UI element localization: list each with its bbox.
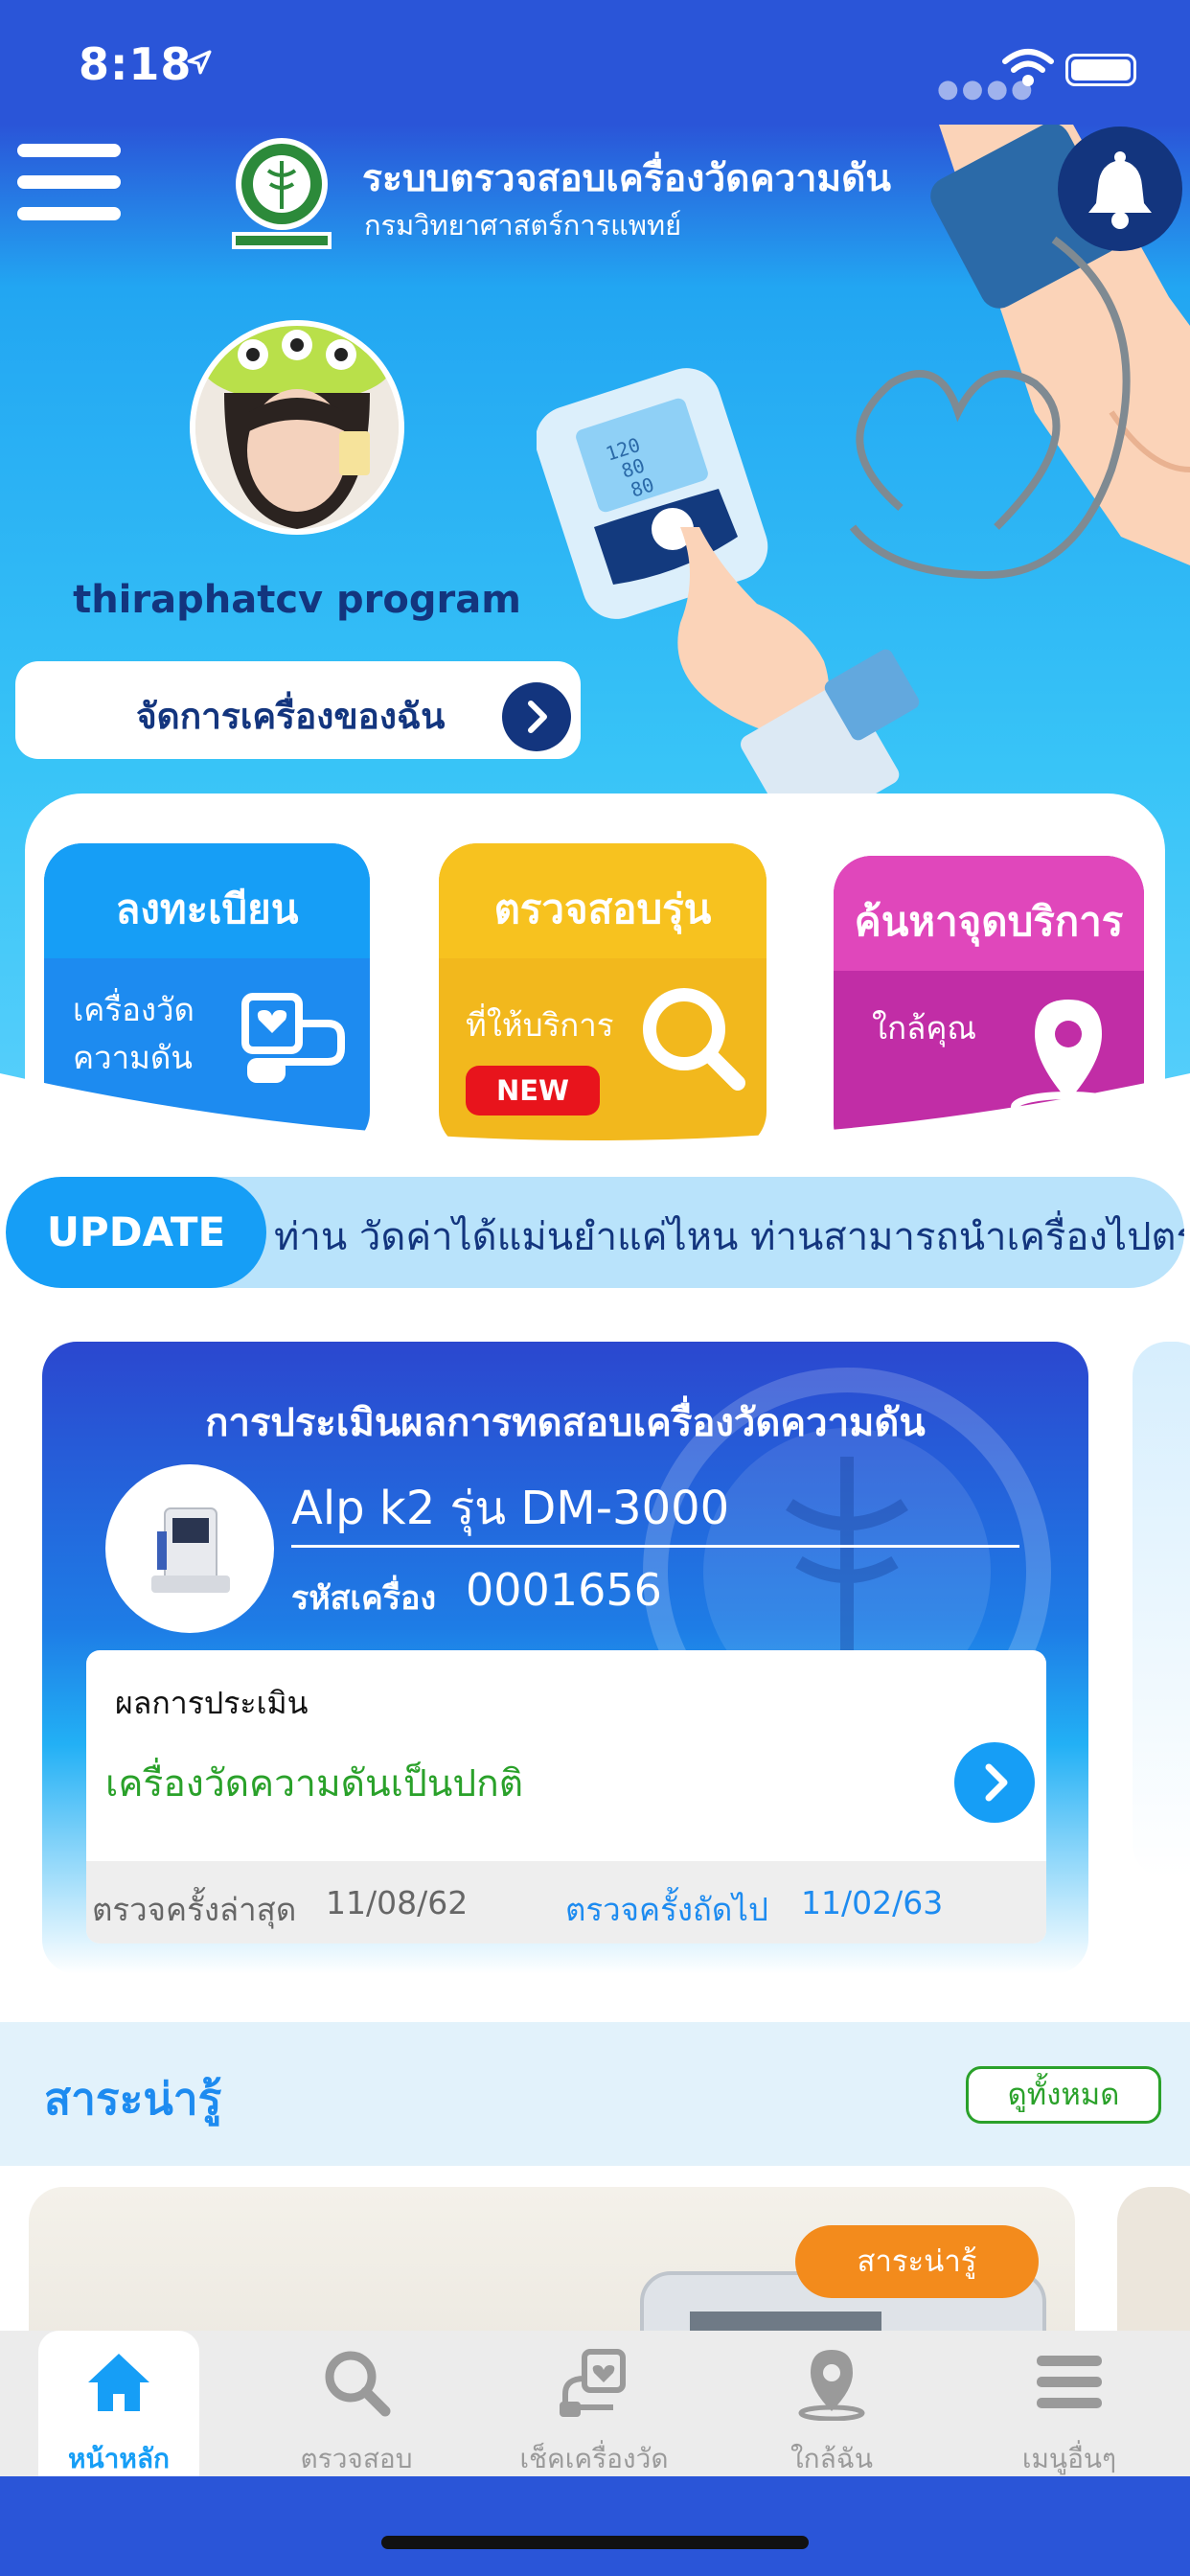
find-service-sub: ใกล้คุณ [872,1009,977,1046]
home-indicator[interactable] [381,2536,809,2549]
bp-device-icon [560,2349,626,2417]
result-footer: ตรวจครั้งล่าสุด 11/08/62 ตรวจครั้งถัดไป … [86,1861,1046,1944]
update-text: ท่าน วัดค่าได้แม่นยำแค่ไหน ท่านสามารถนำเ… [274,1215,1184,1259]
evaluation-card[interactable]: การประเมินผลการทดสอบเครื่องวัดความดัน Al… [42,1342,1088,1974]
notification-button[interactable] [1058,126,1182,251]
tab-device[interactable]: เช็คเครื่องวัด [475,2331,713,2476]
device-image [105,1464,274,1633]
tab-more-label: เมนูอื่นๆ [1021,2443,1117,2474]
manage-devices-button[interactable]: จัดการเครื่องของฉัน [15,661,581,759]
manage-devices-label: จัดการเครื่องของฉัน [136,696,446,737]
register-title: ลงทะเบียน [115,886,299,932]
status-bar: 8:18 ●●●● [0,0,1190,125]
update-badge: UPDATE [6,1177,266,1288]
register-sub1: เครื่องวัด [73,991,195,1028]
tab-bar: หน้าหลัก ตรวจสอบ เช็คเครื่องวัด ใกล้ฉัน [0,2331,1190,2476]
status-time: 8:18 [79,38,193,90]
check-model-title: ตรวจสอบรุ่น [493,886,712,932]
next-check-date: 11/02/63 [801,1884,944,1921]
result-box: ผลการประเมิน เครื่องวัดความดันเป็นปกติ ต… [86,1650,1046,1944]
divider [291,1545,1019,1548]
hamburger-menu-button[interactable] [17,144,121,230]
tab-check-label: ตรวจสอบ [300,2443,413,2474]
home-indicator-area [0,2476,1190,2576]
home-icon [88,2354,149,2411]
device-code: 0001656 [466,1564,662,1616]
tab-home[interactable]: หน้าหลัก [38,2331,199,2476]
wifi-icon [1002,49,1054,86]
result-value: เครื่องวัดความดันเป็นปกติ [105,1762,524,1806]
chevron-right-icon [985,1763,1008,1802]
tab-more[interactable]: เมนูอื่นๆ [950,2331,1188,2476]
find-service-title: ค้นหาจุดบริการ [854,898,1124,945]
avatar-photo [195,326,399,529]
tab-device-label: เช็คเครื่องวัด [519,2443,669,2474]
last-check-label: ตรวจครั้งล่าสุด [92,1891,297,1928]
tab-check[interactable]: ตรวจสอบ [238,2331,475,2476]
device-name: Alp k2 รุ่น DM-3000 [291,1482,730,1535]
chevron-right-icon [502,682,571,751]
next-check-label: ตรวจครั้งถัดไป [565,1891,768,1928]
tab-nearby-label: ใกล้ฉัน [790,2443,873,2474]
menu-icon [1037,2356,1102,2408]
avatar[interactable] [190,320,404,535]
battery-icon [1065,54,1136,86]
check-model-sub: ที่ให้บริการ [466,1006,614,1044]
result-detail-button[interactable] [954,1742,1035,1823]
update-ticker[interactable]: UPDATE ท่าน วัดค่าได้แม่นยำแค่ไหน ท่านสา… [6,1177,1184,1288]
bell-icon [1088,151,1152,229]
knowledge-header: สาระน่ารู้ ดูทั้งหมด [0,2022,1190,2166]
evaluation-title: การประเมินผลการทดสอบเครื่องวัดความดัน [205,1401,926,1445]
device-code-label: รหัสเครื่อง [291,1579,437,1618]
see-all-button[interactable]: ดูทั้งหมด [966,2066,1161,2124]
knowledge-title: สาระน่ารู้ [44,2073,222,2125]
department-logo [232,138,332,249]
next-evaluation-card-peek[interactable] [1133,1342,1190,1878]
last-check-date: 11/08/62 [326,1884,469,1921]
location-arrow-icon [187,50,212,75]
tab-home-label: หน้าหลัก [68,2443,170,2474]
result-label: ผลการประเมิน [115,1685,309,1721]
username: thiraphatcv program [73,578,521,622]
search-icon [325,2351,391,2417]
location-pin-icon [798,2350,865,2421]
tab-nearby[interactable]: ใกล้ฉัน [713,2331,950,2476]
article-tag: สาระน่ารู้ [795,2225,1039,2298]
